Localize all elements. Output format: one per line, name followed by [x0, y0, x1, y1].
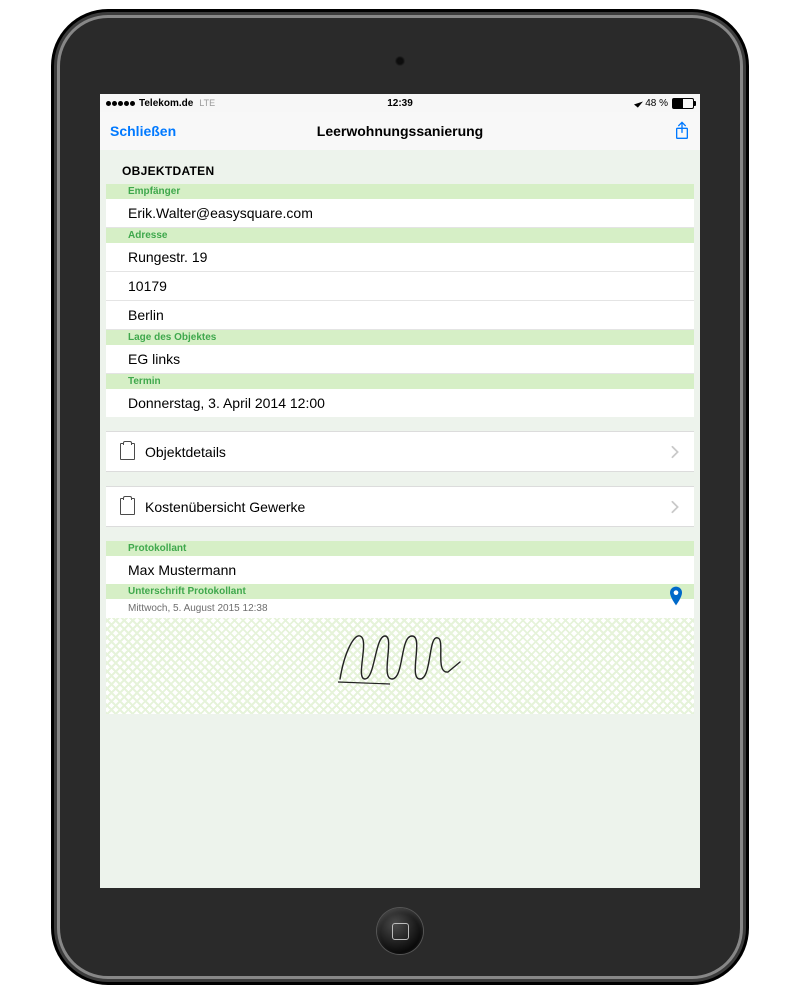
page-title: Leerwohnungssanierung [317, 123, 483, 139]
field-label-protokollant: Protokollant [106, 541, 694, 556]
field-label-lage: Lage des Objektes [106, 330, 694, 345]
field-value-empfaenger[interactable]: Erik.Walter@easysquare.com [106, 199, 694, 228]
field-label-termin: Termin [106, 374, 694, 389]
clipboard-icon [120, 498, 135, 515]
field-value-termin[interactable]: Donnerstag, 3. April 2014 12:00 [106, 389, 694, 417]
field-value-zip[interactable]: 10179 [106, 272, 694, 301]
battery-icon [672, 98, 694, 109]
location-pin-icon[interactable] [668, 585, 684, 607]
field-value-street[interactable]: Rungestr. 19 [106, 243, 694, 272]
navigation-bar: Schließen Leerwohnungssanierung [100, 112, 700, 151]
app-screen: Telekom.de LTE 12:39 48 % Schließen Leer… [100, 94, 700, 888]
carrier-label: Telekom.de [139, 98, 193, 109]
field-label-adresse: Adresse [106, 228, 694, 243]
signature-stroke [320, 624, 480, 694]
link-label-kosten: Kostenübersicht Gewerke [145, 499, 305, 515]
section-header-objektdaten: OBJEKTDATEN [100, 150, 700, 184]
field-label-empfaenger: Empfänger [106, 184, 694, 199]
close-button[interactable]: Schließen [110, 123, 176, 139]
status-bar: Telekom.de LTE 12:39 48 % [100, 94, 700, 112]
section-gap [100, 527, 700, 541]
chevron-right-icon [670, 500, 680, 514]
field-value-city[interactable]: Berlin [106, 301, 694, 330]
section-gap [100, 417, 700, 431]
chevron-right-icon [670, 445, 680, 459]
status-time: 12:39 [387, 98, 413, 109]
link-kostenuebersicht[interactable]: Kostenübersicht Gewerke [106, 486, 694, 527]
field-label-unterschrift: Unterschrift Protokollant [106, 584, 694, 599]
network-type: LTE [199, 98, 215, 108]
link-label-objektdetails: Objektdetails [145, 444, 226, 460]
field-value-protokollant[interactable]: Max Mustermann [106, 556, 694, 584]
form-content: OBJEKTDATEN Empfänger Erik.Walter@easysq… [100, 150, 700, 888]
share-button[interactable] [674, 121, 690, 141]
share-icon [674, 121, 690, 141]
home-button[interactable] [377, 908, 423, 954]
signature-field[interactable] [106, 618, 694, 714]
signature-timestamp: Mittwoch, 5. August 2015 12:38 [106, 599, 694, 618]
home-button-icon [392, 923, 409, 940]
link-objektdetails[interactable]: Objektdetails [106, 431, 694, 472]
location-icon [634, 98, 643, 107]
ipad-device-frame: Telekom.de LTE 12:39 48 % Schließen Leer… [60, 18, 740, 976]
ipad-camera [395, 56, 405, 66]
battery-percent: 48 % [645, 98, 668, 109]
field-value-lage[interactable]: EG links [106, 345, 694, 374]
signal-strength-icon [106, 101, 135, 106]
clipboard-icon [120, 443, 135, 460]
section-gap [100, 472, 700, 486]
signature-timestamp-text: Mittwoch, 5. August 2015 12:38 [128, 603, 268, 614]
